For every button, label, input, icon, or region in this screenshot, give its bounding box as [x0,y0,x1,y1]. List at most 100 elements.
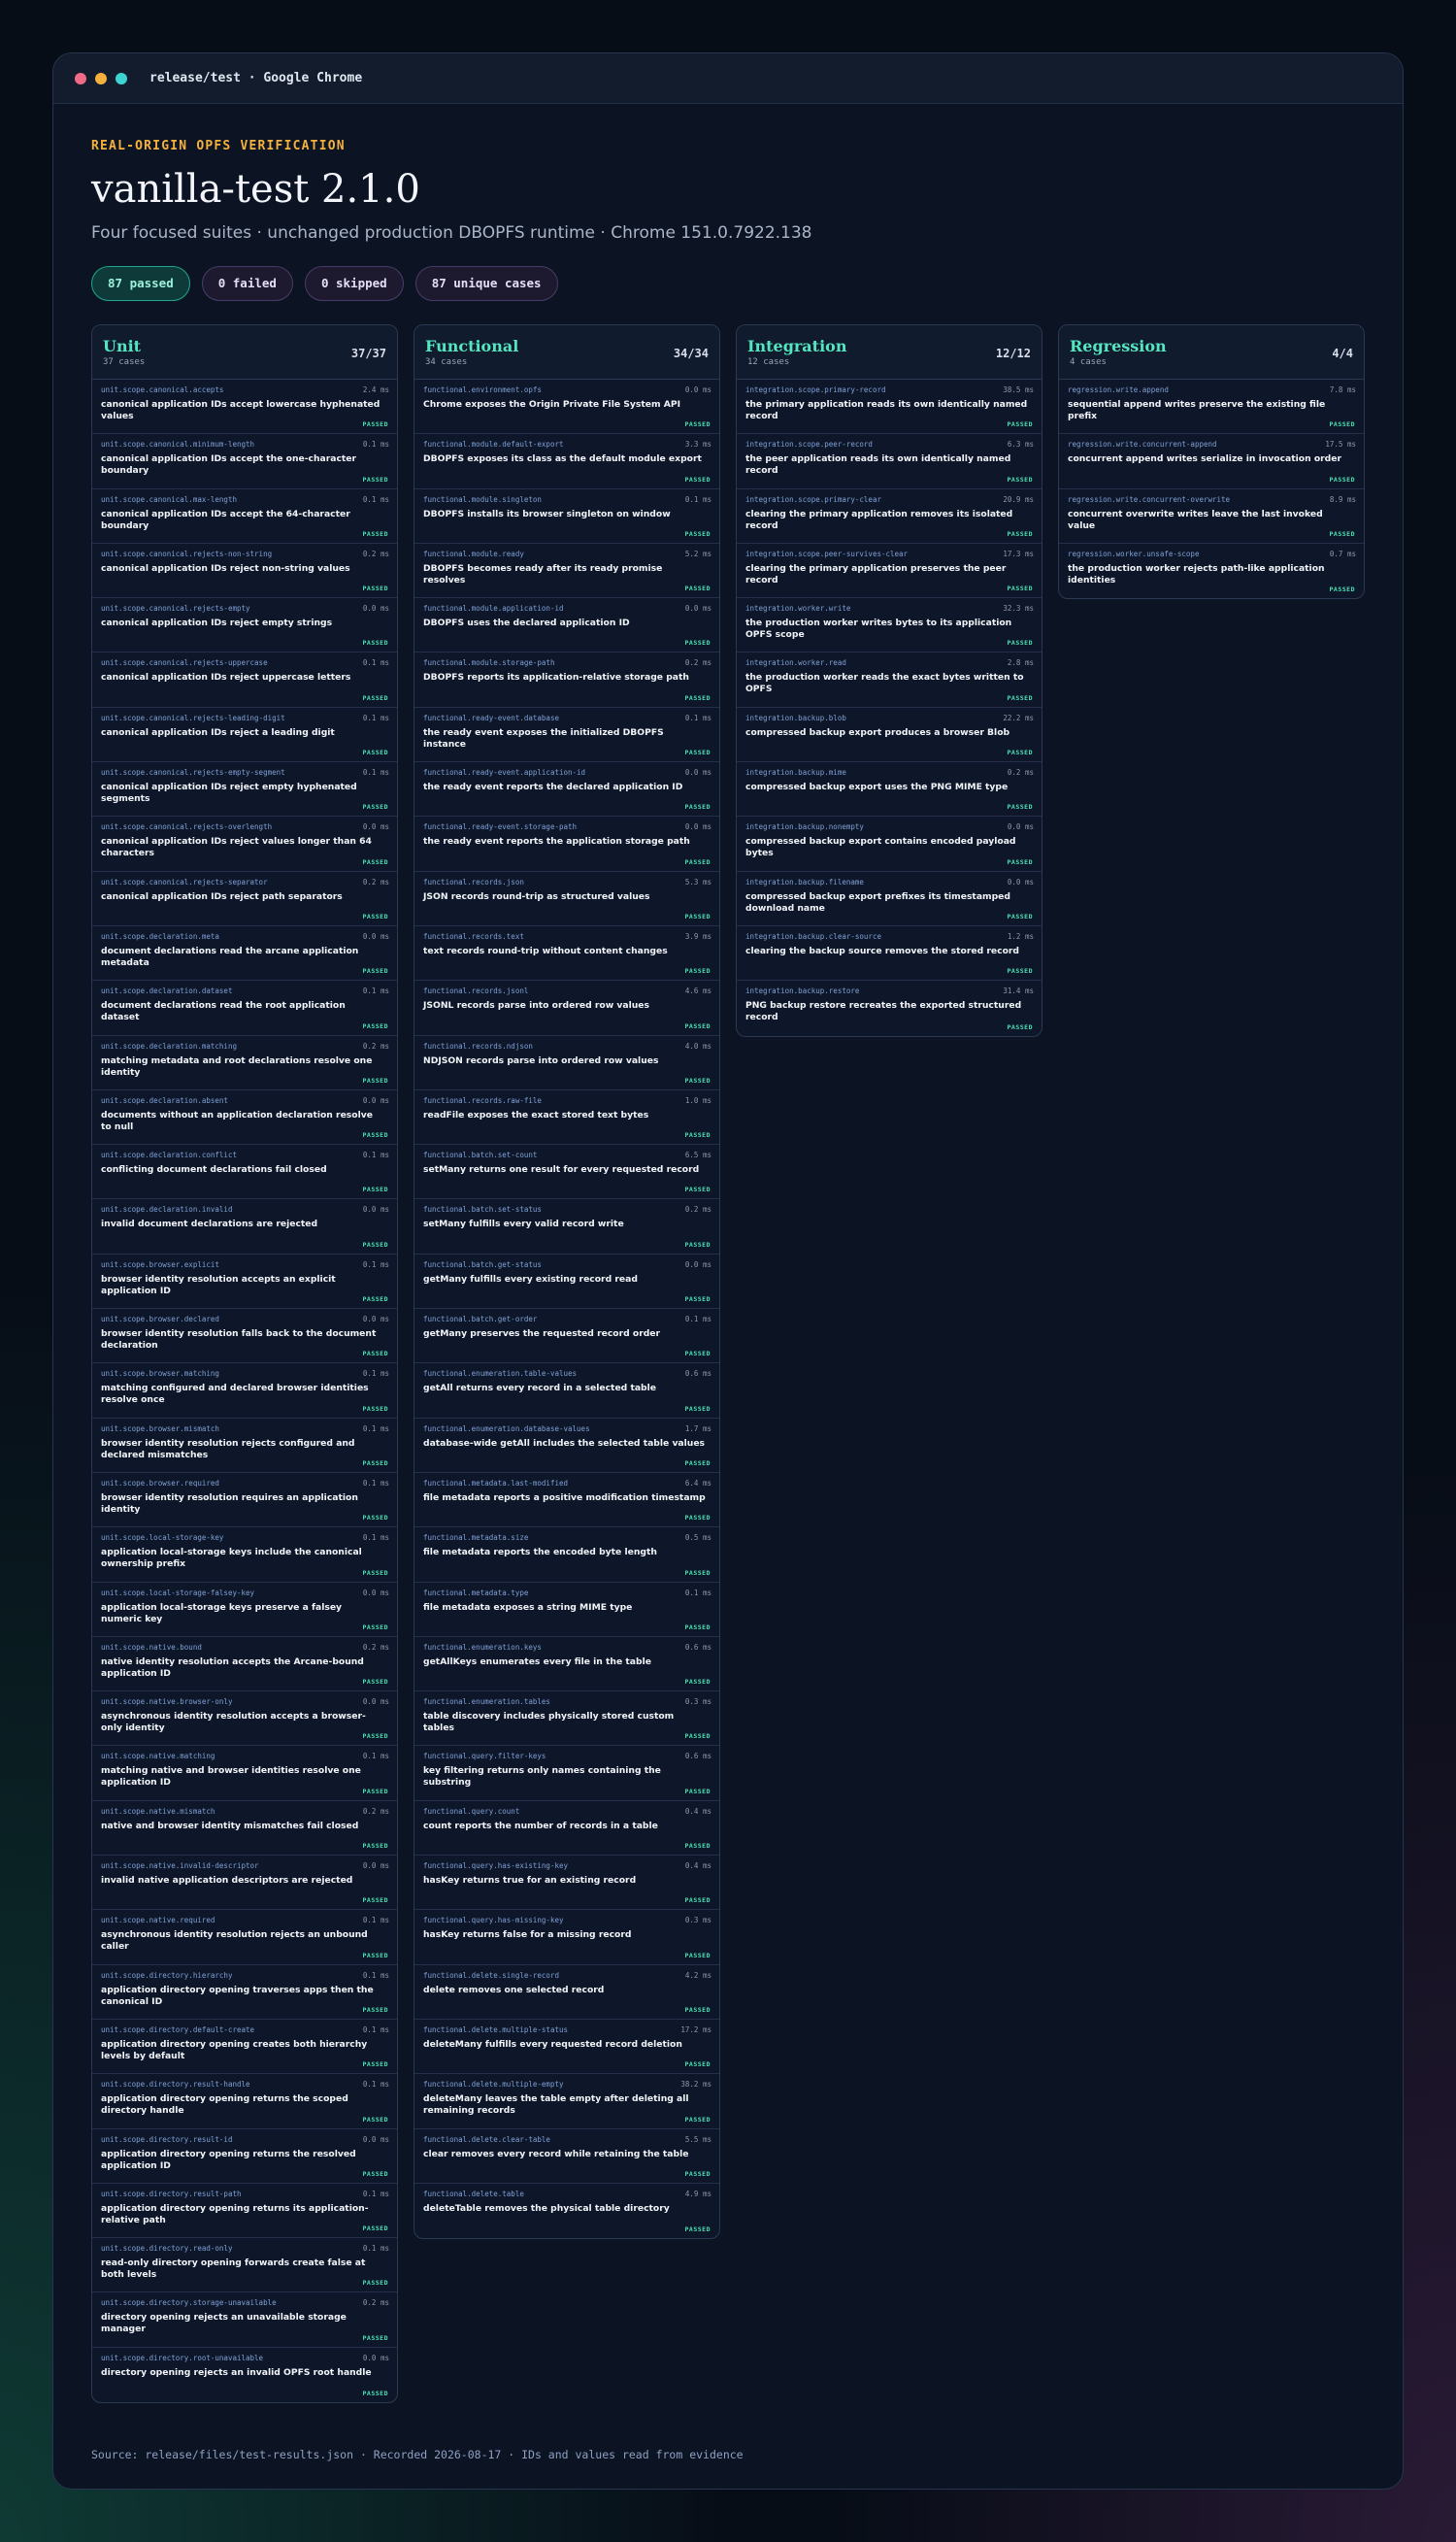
case-duration: 0.1 ms [362,1916,389,1925]
test-case: unit.scope.browser.declared 0.0 ms brows… [92,1309,397,1364]
case-id: unit.scope.directory.result-handle [101,2080,250,2090]
browser-window: release/test · Google Chrome REAL-ORIGIN… [52,52,1404,2490]
case-status-badge: PASSED [362,2333,388,2342]
case-name: conflicting document declarations fail c… [101,1164,327,1176]
case-id: functional.records.text [423,931,524,941]
case-name: canonical application IDs reject path se… [101,890,343,902]
case-duration: 0.1 ms [684,713,711,722]
case-duration: 0.0 ms [362,2353,389,2362]
case-id: functional.ready-event.database [423,713,559,722]
test-case: functional.query.has-existing-key 0.4 ms… [414,1856,719,1911]
test-case: functional.delete.multiple-empty 38.2 ms… [414,2074,719,2129]
case-id: functional.module.default-export [423,440,564,450]
suite-case-count: 37 cases [103,357,146,367]
case-name: matching configured and declared browser… [101,1383,369,1406]
case-name: browser identity resolution rejects conf… [101,1437,355,1460]
case-id: unit.scope.native.browser-only [101,1697,233,1707]
test-case: functional.module.default-export 3.3 ms … [414,434,719,489]
case-duration: 0.0 ms [1007,877,1034,886]
case-name: sequential append writes preserve the ex… [1068,399,1326,421]
close-window-button[interactable] [75,72,86,84]
case-duration: 20.9 ms [1003,494,1034,504]
case-id: unit.scope.browser.matching [101,1369,219,1379]
case-id: functional.ready-event.storage-path [423,822,578,832]
case-duration: 0.1 ms [362,1259,389,1269]
case-id: unit.scope.directory.hierarchy [101,1970,233,1980]
case-status-badge: PASSED [684,912,711,920]
case-status-badge: PASSED [684,475,711,484]
case-status-badge: PASSED [362,2389,388,2397]
case-id: functional.environment.opfs [423,385,542,394]
case-duration: 0.1 ms [362,2189,389,2198]
case-id: unit.scope.directory.root-unavailable [101,2353,264,2362]
case-name: DBOPFS installs its browser singleton on… [423,508,671,519]
case-id: unit.scope.canonical.rejects-separator [101,877,268,886]
case-name: getAll returns every record in a selecte… [423,1383,656,1394]
case-status-badge: PASSED [362,749,388,757]
test-case: functional.enumeration.database-values 1… [414,1419,719,1473]
case-id: functional.records.raw-file [423,1095,542,1105]
case-duration: 0.1 ms [362,1970,389,1980]
case-name: key filtering returns only names contain… [423,1765,661,1789]
case-name: the production worker rejects path-like … [1068,562,1325,585]
case-name: file metadata reports the encoded byte l… [423,1547,657,1558]
case-duration: 5.5 ms [684,2134,711,2144]
case-id: functional.query.filter-keys [423,1752,546,1761]
case-duration: 0.1 ms [362,1151,389,1160]
case-name: clearing the primary application preserv… [745,562,1007,585]
case-name: matching native and browser identities r… [101,1765,361,1789]
case-duration: 0.1 ms [362,1478,389,1488]
case-id: unit.scope.canonical.max-length [101,494,237,504]
case-status-badge: PASSED [362,1514,388,1522]
test-case: unit.scope.declaration.invalid 0.0 ms in… [92,1199,397,1254]
minimize-window-button[interactable] [95,72,107,84]
test-case: functional.batch.get-status 0.0 ms getMa… [414,1254,719,1310]
case-name: application directory opening returns th… [101,2148,356,2171]
case-id: functional.module.storage-path [423,658,555,668]
case-name: text records round-trip without content … [423,945,668,956]
case-status-badge: PASSED [362,1076,388,1085]
case-name: compressed backup export uses the PNG MI… [745,782,1009,793]
test-case: unit.scope.declaration.conflict 0.1 ms c… [92,1145,397,1200]
case-id: functional.enumeration.tables [423,1697,550,1707]
case-status-badge: PASSED [362,1350,388,1358]
test-case: functional.records.ndjson 4.0 ms NDJSON … [414,1036,719,1090]
test-case: functional.records.text 3.9 ms text reco… [414,926,719,982]
case-id: functional.module.application-id [423,604,564,614]
test-case: functional.records.jsonl 4.6 ms JSONL re… [414,981,719,1036]
case-duration: 0.1 ms [362,440,389,450]
test-case: integration.scope.peer-record 6.3 ms the… [737,434,1042,489]
case-name: application directory opening traverses … [101,1984,374,2007]
maximize-window-button[interactable] [116,72,127,84]
test-case: unit.scope.declaration.meta 0.0 ms docum… [92,926,397,982]
case-status-badge: PASSED [362,585,388,593]
case-name: hasKey returns true for an existing reco… [423,1875,637,1887]
test-case: unit.scope.canonical.rejects-separator 0… [92,872,397,926]
case-name: deleteMany leaves the table empty after … [423,2093,689,2117]
case-name: PNG backup restore recreates the exporte… [745,1000,1022,1023]
case-id: functional.query.has-existing-key [423,1861,569,1871]
eyebrow-label: REAL-ORIGIN OPFS VERIFICATION [91,139,346,153]
case-duration: 17.5 ms [1325,440,1356,450]
case-status-badge: PASSED [362,1622,388,1631]
case-status-badge: PASSED [362,529,388,538]
case-duration: 0.1 ms [362,2244,389,2254]
case-duration: 0.0 ms [684,822,711,832]
case-status-badge: PASSED [684,2115,711,2124]
case-name: canonical application IDs accept the 64-… [101,508,350,531]
case-id: unit.scope.canonical.rejects-uppercase [101,658,268,668]
case-duration: 0.1 ms [362,768,389,778]
test-case: integration.worker.read 2.8 ms the produ… [737,652,1042,708]
case-duration: 0.0 ms [1007,822,1034,832]
test-case: regression.worker.unsafe-scope 0.7 ms th… [1059,544,1364,598]
test-case: unit.scope.native.required 0.1 ms asynch… [92,1910,397,1965]
case-id: unit.scope.native.required [101,1916,215,1925]
case-id: integration.scope.peer-record [745,440,873,450]
case-duration: 38.5 ms [1003,385,1034,394]
test-case: functional.metadata.last-modified 6.4 ms… [414,1473,719,1528]
case-status-badge: PASSED [1007,803,1033,812]
case-status-badge: PASSED [362,693,388,702]
test-case: integration.scope.primary-clear 20.9 ms … [737,489,1042,544]
case-id: functional.delete.single-record [423,1970,559,1980]
case-id: functional.batch.set-count [423,1151,538,1160]
